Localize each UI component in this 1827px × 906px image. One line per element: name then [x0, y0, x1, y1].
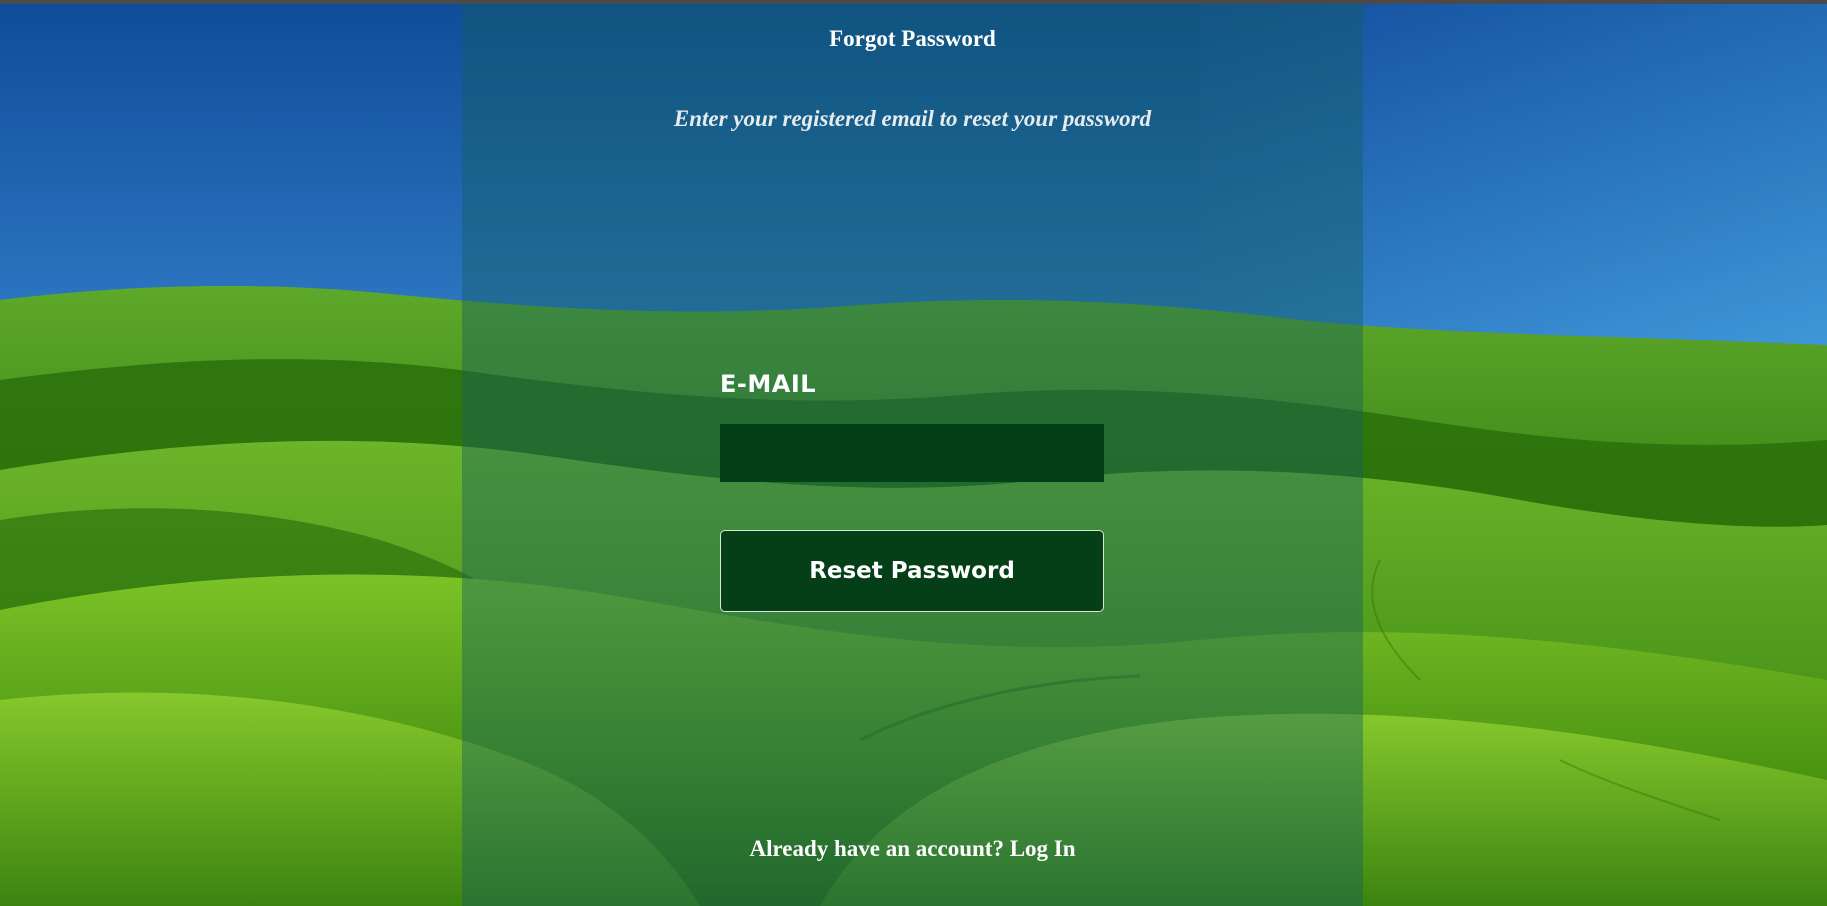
login-prompt-line: Already have an account? Log In [462, 836, 1363, 862]
email-label: E-MAIL [720, 370, 817, 398]
page-title: Forgot Password [829, 26, 996, 51]
reset-password-button[interactable]: Reset Password [720, 530, 1104, 612]
email-input[interactable] [720, 424, 1104, 482]
page-subtitle: Enter your registered email to reset you… [673, 106, 1152, 131]
login-link[interactable]: Log In [1010, 836, 1076, 861]
forgot-password-panel: Forgot Password Enter your registered em… [462, 4, 1363, 906]
login-prompt-text: Already have an account? [749, 836, 1004, 861]
